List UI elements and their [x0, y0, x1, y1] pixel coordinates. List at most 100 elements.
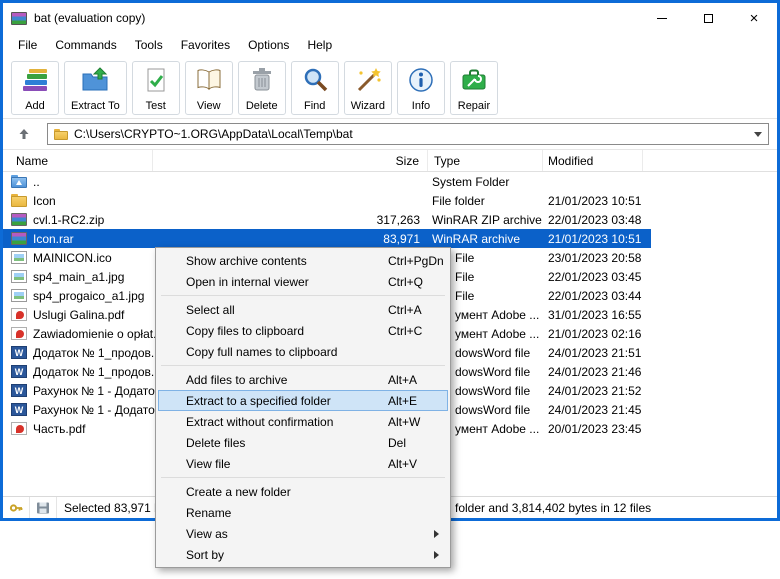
menu-item-sort-by[interactable]: Sort by [158, 544, 448, 565]
up-one-level-button[interactable] [7, 123, 41, 145]
titlebar: bat (evaluation copy) × [3, 3, 777, 33]
menu-item-view-as[interactable]: View as [158, 523, 448, 544]
file-modified: 21/01/2023 10:51 [548, 193, 642, 208]
file-modified: 24/01/2023 21:46 [548, 364, 642, 379]
table-row-selected[interactable]: Icon.rar 83,971 WinRAR archive 21/01/202… [3, 229, 651, 248]
window-controls: × [639, 3, 777, 33]
toolbar-label: Find [304, 99, 326, 112]
word-file-icon [11, 384, 27, 397]
file-modified: 22/01/2023 03:48 [548, 212, 642, 227]
file-size: 83,971 [383, 231, 420, 246]
chevron-down-icon[interactable] [754, 131, 762, 137]
file-modified: 21/01/2023 02:16 [548, 326, 642, 341]
file-name: MAINICON.ico [33, 250, 112, 265]
window-title: bat (evaluation copy) [34, 11, 146, 25]
close-icon: × [749, 9, 759, 27]
file-name: Рахунок № 1 - Додато... [33, 402, 165, 417]
close-button[interactable]: × [731, 3, 777, 33]
minimize-icon [657, 17, 667, 19]
word-file-icon [11, 403, 27, 416]
maximize-icon [703, 13, 713, 23]
file-type: WinRAR archive [432, 231, 521, 246]
menu-item-extract-to-specified-folder[interactable]: Extract to a specified folder Alt+E [158, 390, 448, 411]
menu-tools[interactable]: Tools [126, 35, 172, 55]
column-header-size[interactable]: Size [153, 150, 428, 171]
menu-item-create-new-folder[interactable]: Create a new folder [158, 481, 448, 502]
toolbar-label: Info [411, 99, 431, 112]
menu-item-select-all[interactable]: Select all Ctrl+A [158, 299, 448, 320]
file-size: 317,263 [376, 212, 420, 227]
menu-item-open-internal-viewer[interactable]: Open in internal viewer Ctrl+Q [158, 271, 448, 292]
menu-item-label: Open in internal viewer [186, 274, 309, 289]
menu-item-copy-full-names[interactable]: Copy full names to clipboard [158, 341, 448, 362]
file-modified: 31/01/2023 16:55 [548, 307, 642, 322]
view-button[interactable]: View [184, 60, 233, 115]
menu-file[interactable]: File [9, 35, 46, 55]
disk-icon [30, 497, 57, 518]
table-row[interactable]: .. System Folder [3, 172, 777, 191]
add-button[interactable]: Add [11, 60, 59, 115]
menu-item-extract-without-confirmation[interactable]: Extract without confirmation Alt+W [158, 411, 448, 432]
menubar: File Commands Tools Favorites Options He… [3, 33, 777, 57]
find-button[interactable]: Find [290, 60, 339, 115]
find-icon [304, 68, 327, 91]
menu-separator [161, 295, 445, 296]
menu-item-label: Sort by [186, 547, 225, 562]
word-file-icon [11, 346, 27, 359]
menu-item-shortcut: Alt+A [388, 372, 418, 387]
extract-to-button[interactable]: Extract To [64, 60, 127, 115]
rar-archive-icon [11, 232, 27, 245]
toolbar-label: Extract To [71, 99, 120, 112]
file-name: Часть.pdf [33, 421, 86, 436]
delete-icon [252, 67, 271, 90]
menu-item-shortcut: Alt+V [388, 456, 418, 471]
table-row[interactable]: Icon File folder 21/01/2023 10:51 [3, 191, 777, 210]
menu-item-shortcut: Ctrl+C [388, 323, 423, 338]
info-button[interactable]: Info [396, 60, 445, 115]
menu-item-show-archive-contents[interactable]: Show archive contents Ctrl+PgDn [158, 250, 448, 271]
toolbar: Add Extract To Test View Delete Find Wiz… [3, 57, 777, 119]
wizard-button[interactable]: Wizard [343, 60, 392, 115]
file-name: sp4_main_a1.jpg [33, 269, 125, 284]
test-button[interactable]: Test [131, 60, 180, 115]
menu-commands[interactable]: Commands [46, 35, 125, 55]
menu-item-rename[interactable]: Rename [158, 502, 448, 523]
address-combobox[interactable]: C:\Users\CRYPTO~1.ORG\AppData\Local\Temp… [47, 123, 769, 145]
column-header-name[interactable]: Name [3, 150, 153, 171]
folder-icon [11, 194, 27, 207]
table-row[interactable]: cvl.1-RC2.zip 317,263 WinRAR ZIP archive… [3, 210, 777, 229]
status-total-text: folder and 3,814,402 bytes in 12 files [455, 500, 652, 515]
file-name: Icon [33, 193, 56, 208]
column-header-modified[interactable]: Modified [543, 150, 643, 171]
repair-button[interactable]: Repair [449, 60, 498, 115]
menu-item-shortcut: Ctrl+A [388, 302, 422, 317]
menu-help[interactable]: Help [298, 35, 341, 55]
menu-item-shortcut: Alt+E [388, 393, 418, 408]
menu-item-copy-files[interactable]: Copy files to clipboard Ctrl+C [158, 320, 448, 341]
column-header-filler [643, 150, 777, 171]
column-header-type[interactable]: Type [428, 150, 543, 171]
menu-item-label: Show archive contents [186, 253, 307, 268]
file-name: Рахунок № 1 - Додато... [33, 383, 165, 398]
extract-to-icon [82, 66, 108, 90]
file-name: .. [33, 174, 40, 189]
minimize-button[interactable] [639, 3, 685, 33]
file-name: cvl.1-RC2.zip [33, 212, 105, 227]
menu-item-add-files-to-archive[interactable]: Add files to archive Alt+A [158, 369, 448, 390]
view-icon [197, 68, 221, 90]
maximize-button[interactable] [685, 3, 731, 33]
file-modified: 24/01/2023 21:52 [548, 383, 642, 398]
menu-item-shortcut: Del [388, 435, 407, 450]
folder-icon [54, 128, 68, 140]
menu-options[interactable]: Options [239, 35, 298, 55]
address-bar: C:\Users\CRYPTO~1.ORG\AppData\Local\Temp… [3, 119, 777, 149]
file-name: sp4_progaico_a1.jpg [33, 288, 145, 303]
file-type: File folder [432, 193, 485, 208]
file-modified: 20/01/2023 23:45 [548, 421, 642, 436]
info-icon [409, 67, 433, 92]
menu-item-view-file[interactable]: View file Alt+V [158, 453, 448, 474]
menu-item-delete-files[interactable]: Delete files Del [158, 432, 448, 453]
delete-button[interactable]: Delete [237, 60, 286, 115]
menu-item-label: Extract to a specified folder [186, 393, 331, 408]
menu-favorites[interactable]: Favorites [172, 35, 239, 55]
